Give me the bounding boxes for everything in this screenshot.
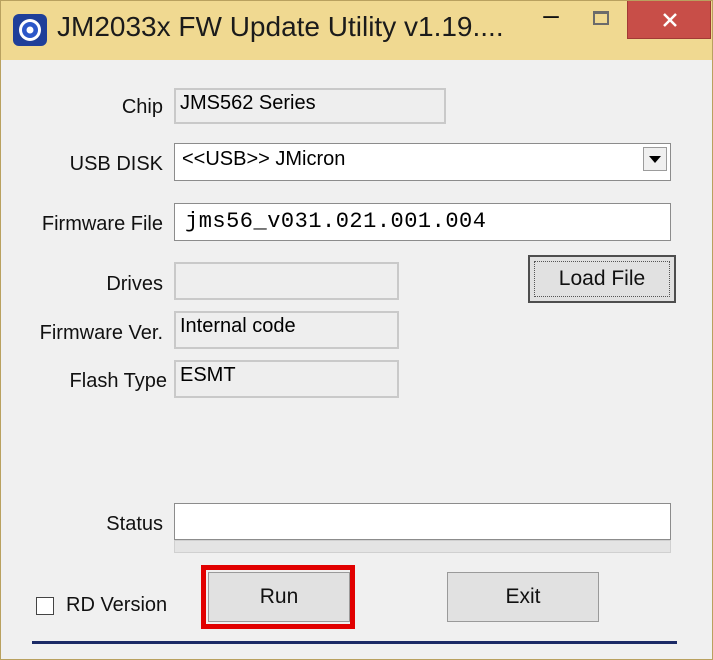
firmware-file-field[interactable]: jms56_v031.021.001.004 (174, 203, 671, 241)
maximize-button[interactable] (575, 1, 623, 35)
load-file-button[interactable]: Load File (528, 255, 676, 303)
chevron-down-icon[interactable] (643, 147, 667, 171)
jmicron-app-icon (13, 14, 47, 46)
close-icon (663, 13, 677, 27)
run-highlight-box (201, 565, 355, 629)
progress-bar (174, 540, 671, 553)
chip-field: JMS562 Series (174, 88, 446, 124)
status-label: Status (106, 513, 163, 535)
firmware-ver-field: Internal code (174, 311, 399, 349)
flash-type-label: Flash Type (69, 370, 167, 392)
maximize-icon (593, 11, 609, 25)
usb-disk-label: USB DISK (69, 153, 163, 175)
drives-label: Drives (106, 273, 163, 295)
firmware-file-label: Firmware File (41, 213, 163, 235)
flash-type-field: ESMT (174, 360, 399, 398)
rd-version-checkbox[interactable] (36, 597, 54, 615)
title-bar[interactable]: JM2033x FW Update Utility v1.19.... – (1, 1, 712, 60)
usb-disk-value: <<USB>> JMicron (182, 148, 346, 170)
close-button[interactable] (627, 1, 711, 39)
window-title: JM2033x FW Update Utility v1.19.... (57, 11, 504, 42)
bottom-divider (32, 641, 677, 644)
minimize-button[interactable]: – (531, 1, 571, 35)
exit-label: Exit (505, 585, 541, 608)
rd-version-label[interactable]: RD Version (66, 594, 167, 617)
usb-disk-select[interactable]: <<USB>> JMicron (174, 143, 671, 181)
drives-field (174, 262, 399, 300)
exit-button[interactable]: Exit (447, 572, 599, 622)
firmware-ver-label: Firmware Ver. (39, 322, 163, 344)
status-field (174, 503, 671, 540)
load-file-label: Load File (558, 267, 646, 290)
chip-label: Chip (121, 96, 163, 118)
